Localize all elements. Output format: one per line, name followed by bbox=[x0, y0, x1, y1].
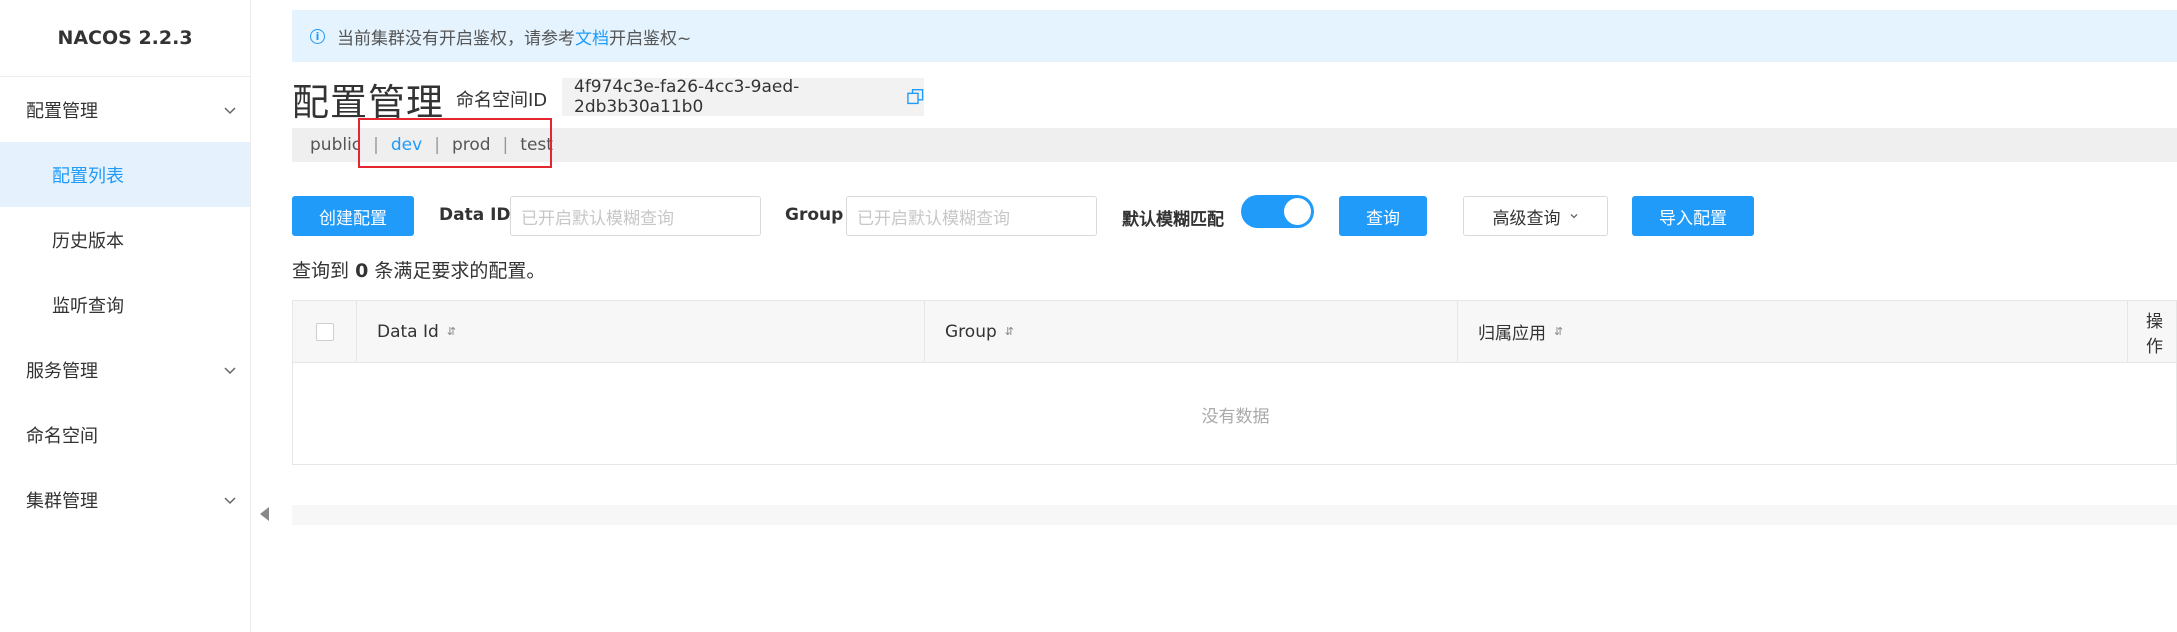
create-config-button[interactable]: 创建配置 bbox=[292, 196, 414, 236]
notice-prefix: 当前集群没有开启鉴权，请参考 bbox=[337, 28, 575, 49]
sidebar-group-label: 服务管理 bbox=[26, 360, 98, 382]
sort-icon[interactable]: ⇵ bbox=[1554, 325, 1563, 338]
result-suffix: 条满足要求的配置。 bbox=[374, 260, 546, 282]
sidebar-group-label: 配置管理 bbox=[26, 100, 98, 122]
namespace-bar: public | dev | prod | test bbox=[292, 128, 2177, 162]
query-button[interactable]: 查询 bbox=[1339, 196, 1427, 236]
sidebar: NACOS 2.2.3 配置管理 配置列表 历史版本 监听查询 服务管理 命名空… bbox=[0, 0, 251, 632]
sidebar-collapse-icon[interactable] bbox=[260, 507, 269, 521]
sort-icon[interactable]: ⇵ bbox=[1005, 325, 1014, 338]
brand-logo: NACOS 2.2.3 bbox=[0, 0, 250, 77]
select-all-checkbox[interactable] bbox=[315, 322, 334, 341]
sidebar-group-config[interactable]: 配置管理 bbox=[0, 77, 250, 142]
namespace-label: 命名空间ID bbox=[456, 90, 548, 111]
advanced-query-label: 高级查询 bbox=[1492, 208, 1561, 229]
column-header-label: Data Id bbox=[377, 321, 439, 342]
horizontal-scrollbar[interactable] bbox=[292, 505, 2177, 525]
select-all-cell bbox=[293, 301, 357, 362]
column-header-actions: 操作 bbox=[2128, 301, 2177, 362]
docs-link[interactable]: 文档 bbox=[575, 24, 609, 49]
dataid-label: Data ID bbox=[439, 205, 511, 225]
import-config-button[interactable]: 导入配置 bbox=[1632, 196, 1754, 236]
sidebar-item-config-list[interactable]: 配置列表 bbox=[0, 142, 250, 207]
auth-notice: i 当前集群没有开启鉴权，请参考 文档 开启鉴权~ bbox=[292, 10, 2177, 62]
column-header-label: 归属应用 bbox=[1478, 324, 1546, 344]
result-summary: 查询到 0 条满足要求的配置。 bbox=[292, 256, 545, 283]
result-prefix: 查询到 bbox=[292, 260, 350, 282]
column-header-label: 操作 bbox=[2146, 311, 2163, 357]
advanced-query-button[interactable]: 高级查询 bbox=[1463, 196, 1608, 236]
annotation-highlight-box bbox=[358, 118, 552, 168]
namespace-id: 4f974c3e-fa26-4cc3-9aed-2db3b30a11b0 bbox=[574, 77, 800, 117]
chevron-down-icon bbox=[224, 106, 236, 114]
toggle-knob bbox=[1284, 198, 1311, 225]
namespace-id-box: 4f974c3e-fa26-4cc3-9aed-2db3b30a11b0 bbox=[562, 77, 924, 117]
dataid-input[interactable]: 已开启默认模糊查询 bbox=[510, 196, 761, 236]
column-header-group[interactable]: Group ⇵ bbox=[925, 301, 1458, 362]
info-icon: i bbox=[310, 28, 325, 44]
chevron-down-icon bbox=[224, 496, 236, 504]
column-header-dataid[interactable]: Data Id ⇵ bbox=[357, 301, 925, 362]
copy-icon[interactable] bbox=[907, 88, 924, 106]
chevron-down-icon bbox=[1570, 214, 1577, 219]
empty-state-text: 没有数据 bbox=[1201, 406, 1270, 427]
sidebar-group-label: 命名空间 bbox=[26, 425, 98, 447]
sidebar-item-listener[interactable]: 监听查询 bbox=[0, 272, 250, 337]
notice-suffix: 开启鉴权~ bbox=[609, 28, 692, 49]
fuzzy-match-toggle[interactable] bbox=[1241, 195, 1314, 228]
column-header-app[interactable]: 归属应用 ⇵ bbox=[1458, 301, 2128, 362]
namespace-public[interactable]: public bbox=[310, 135, 361, 155]
sidebar-group-service[interactable]: 服务管理 bbox=[0, 337, 250, 402]
fuzzy-match-label: 默认模糊匹配 bbox=[1122, 210, 1224, 230]
result-count: 0 bbox=[355, 260, 369, 282]
column-header-label: Group bbox=[945, 321, 997, 342]
sidebar-item-history[interactable]: 历史版本 bbox=[0, 207, 250, 272]
config-table: Data Id ⇵ Group ⇵ 归属应用 ⇵ 操作 没有数据 bbox=[292, 300, 2177, 465]
group-label: Group bbox=[785, 205, 844, 225]
sidebar-item-namespace[interactable]: 命名空间 bbox=[0, 402, 250, 467]
chevron-down-icon bbox=[224, 366, 236, 374]
group-input[interactable]: 已开启默认模糊查询 bbox=[846, 196, 1097, 236]
sidebar-group-label: 集群管理 bbox=[26, 490, 98, 512]
table-header: Data Id ⇵ Group ⇵ 归属应用 ⇵ 操作 bbox=[293, 301, 2176, 363]
sidebar-group-cluster[interactable]: 集群管理 bbox=[0, 467, 250, 532]
sort-icon[interactable]: ⇵ bbox=[447, 325, 456, 338]
